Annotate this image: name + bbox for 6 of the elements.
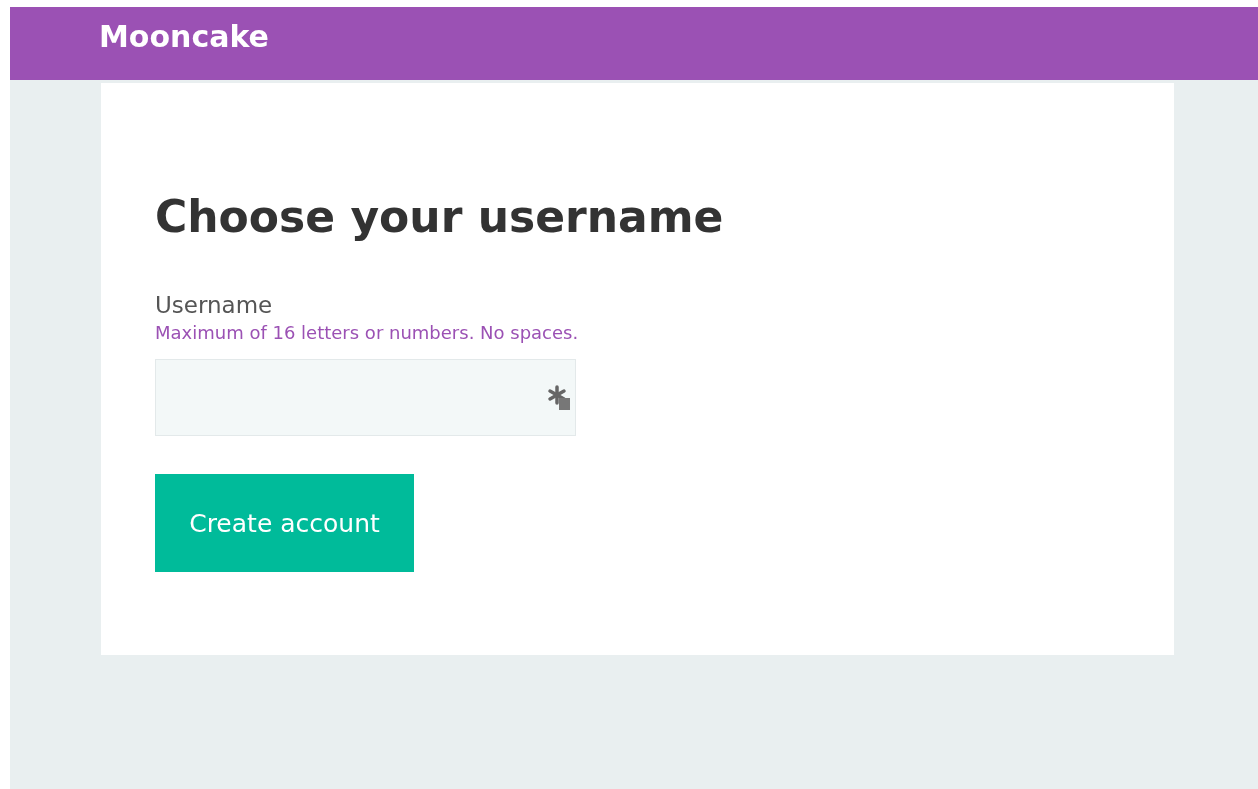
password-manager-icon[interactable] xyxy=(547,384,571,411)
field-hint: Maximum of 16 letters or numbers. No spaces. xyxy=(155,321,579,345)
page-heading: Choose your username xyxy=(155,190,724,244)
field-label: Username xyxy=(155,291,273,320)
username-field[interactable] xyxy=(155,359,576,436)
brand-title[interactable]: Mooncake xyxy=(99,19,269,54)
